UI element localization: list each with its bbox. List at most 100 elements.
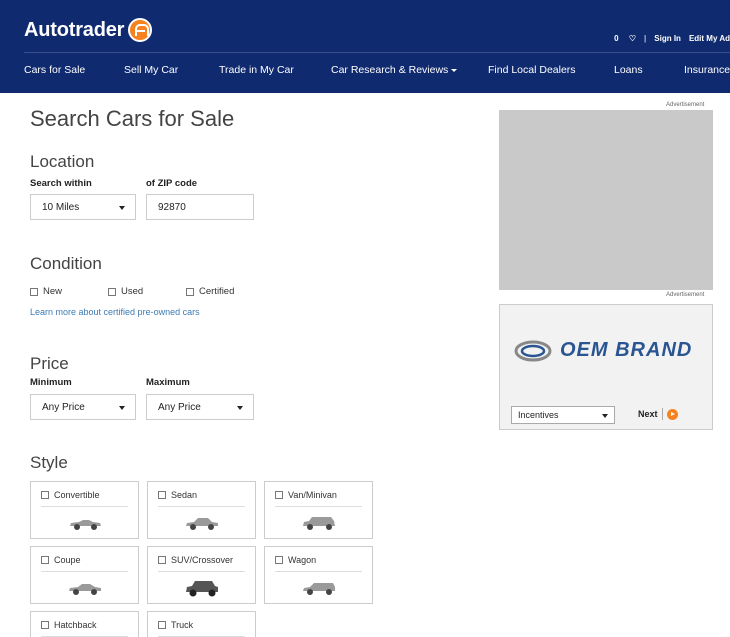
price-min-label: Minimum <box>30 377 72 388</box>
oem-brand-ad[interactable]: OEM BRAND Incentives Next <box>499 304 713 430</box>
checkbox-icon <box>108 287 116 296</box>
checkbox-icon <box>186 287 194 296</box>
condition-certified-checkbox[interactable]: Certified <box>186 286 234 297</box>
style-van-minivan-label: Van/Minivan <box>288 490 337 500</box>
chevron-down-icon <box>451 68 458 72</box>
style-card-van-minivan[interactable]: Van/Minivan <box>264 481 373 539</box>
zip-code-value: 92870 <box>158 202 186 213</box>
chevron-down-icon <box>237 406 243 410</box>
autotrader-emblem-icon <box>128 18 153 42</box>
autotrader-logo[interactable]: Autotrader <box>24 18 153 42</box>
style-card-hatchback[interactable]: Hatchback <box>30 611 139 637</box>
search-within-label: Search within <box>30 178 92 189</box>
nav-trade-in-my-car[interactable]: Trade in My Car <box>219 64 294 76</box>
style-card-convertible[interactable]: Convertible <box>30 481 139 539</box>
checkbox-icon <box>41 491 49 499</box>
style-card-truck[interactable]: Truck <box>147 611 256 637</box>
header-divider <box>24 52 730 53</box>
price-max-value: Any Price <box>158 402 201 413</box>
checkbox-icon <box>158 556 166 564</box>
ad-next-label: Next <box>638 409 658 419</box>
play-arrow-icon <box>666 408 678 420</box>
chevron-down-icon <box>119 206 125 210</box>
next-divider <box>661 408 663 420</box>
price-heading: Price <box>30 354 69 373</box>
ad-incentives-value: Incentives <box>518 410 559 420</box>
site-header: Autotrader 0 ♡ | Sign In Edit My Ad Cars… <box>0 0 730 93</box>
zip-code-input[interactable]: 92870 <box>146 194 254 220</box>
location-heading: Location <box>30 152 95 171</box>
style-card-suv-crossover[interactable]: SUV/Crossover <box>147 546 256 604</box>
card-divider <box>158 571 245 572</box>
nav-car-research-label: Car Research & Reviews <box>331 64 449 76</box>
search-within-select[interactable]: 10 Miles <box>30 194 136 220</box>
checkbox-icon <box>30 287 38 296</box>
price-min-select[interactable]: Any Price <box>30 394 136 420</box>
style-truck-label: Truck <box>171 620 194 630</box>
coupe-car-icon <box>68 584 101 595</box>
convertible-car-icon <box>69 520 101 530</box>
favorites-count: 0 <box>614 34 619 43</box>
suv-icon <box>185 581 218 597</box>
checkbox-icon <box>275 556 283 564</box>
card-divider <box>275 571 362 572</box>
utility-separator: | <box>644 34 647 43</box>
oem-ring-logo-icon <box>514 340 552 361</box>
heart-icon: ♡ <box>628 34 637 43</box>
nav-cars-for-sale[interactable]: Cars for Sale <box>24 64 85 76</box>
nav-insurance[interactable]: Insurance <box>684 64 730 76</box>
nav-car-research-reviews[interactable]: Car Research & Reviews <box>331 64 458 76</box>
checkbox-icon <box>158 621 166 629</box>
condition-new-checkbox[interactable]: New <box>30 286 62 297</box>
advertisement-label: Advertisement <box>666 292 705 298</box>
condition-heading: Condition <box>30 254 102 273</box>
checkbox-icon <box>41 556 49 564</box>
checkbox-icon <box>158 491 166 499</box>
style-heading: Style <box>30 453 68 472</box>
checkbox-icon <box>275 491 283 499</box>
chevron-down-icon <box>602 414 608 418</box>
style-card-sedan[interactable]: Sedan <box>147 481 256 539</box>
zip-code-label: of ZIP code <box>146 178 198 189</box>
card-divider <box>158 506 245 507</box>
utility-links: 0 ♡ | Sign In Edit My Ad <box>598 34 730 43</box>
oem-brand-text: OEM BRAND <box>560 339 693 361</box>
style-convertible-label: Convertible <box>54 490 100 500</box>
style-card-wagon[interactable]: Wagon <box>264 546 373 604</box>
price-max-label: Maximum <box>146 377 190 388</box>
favorites-link[interactable]: 0 ♡ <box>606 34 636 43</box>
card-divider <box>41 571 128 572</box>
nav-loans[interactable]: Loans <box>614 64 643 76</box>
card-divider <box>275 506 362 507</box>
price-max-select[interactable]: Any Price <box>146 394 254 420</box>
ad-incentives-select[interactable]: Incentives <box>511 406 615 424</box>
wagon-icon <box>302 583 335 595</box>
style-hatchback-label: Hatchback <box>54 620 97 630</box>
checkbox-icon <box>41 621 49 629</box>
nav-sell-my-car[interactable]: Sell My Car <box>124 64 178 76</box>
brand-name: Autotrader <box>24 18 125 41</box>
price-min-value: Any Price <box>42 402 85 413</box>
style-card-coupe[interactable]: Coupe <box>30 546 139 604</box>
sign-in-link[interactable]: Sign In <box>654 34 681 43</box>
main-nav: Cars for Sale Sell My Car Trade in My Ca… <box>0 64 730 80</box>
condition-used-label: Used <box>121 286 144 297</box>
condition-certified-label: Certified <box>199 286 235 297</box>
ad-next-button[interactable]: Next <box>638 408 678 420</box>
search-within-value: 10 Miles <box>42 202 80 213</box>
style-wagon-label: Wagon <box>288 555 317 565</box>
style-coupe-label: Coupe <box>54 555 81 565</box>
ad-placeholder[interactable] <box>499 110 713 290</box>
style-sedan-label: Sedan <box>171 490 198 500</box>
sedan-car-icon <box>185 518 218 530</box>
condition-new-label: New <box>43 286 63 297</box>
minivan-icon <box>302 517 335 530</box>
advertisement-label: Advertisement <box>666 102 705 108</box>
oem-brand-logo: OEM BRAND <box>514 339 692 362</box>
certified-pre-owned-link[interactable]: Learn more about certified pre-owned car… <box>30 307 200 317</box>
nav-find-local-dealers[interactable]: Find Local Dealers <box>488 64 576 76</box>
condition-used-checkbox[interactable]: Used <box>108 286 143 297</box>
edit-my-ad-link[interactable]: Edit My Ad <box>689 34 730 43</box>
chevron-down-icon <box>119 406 125 410</box>
page-title: Search Cars for Sale <box>30 106 235 131</box>
